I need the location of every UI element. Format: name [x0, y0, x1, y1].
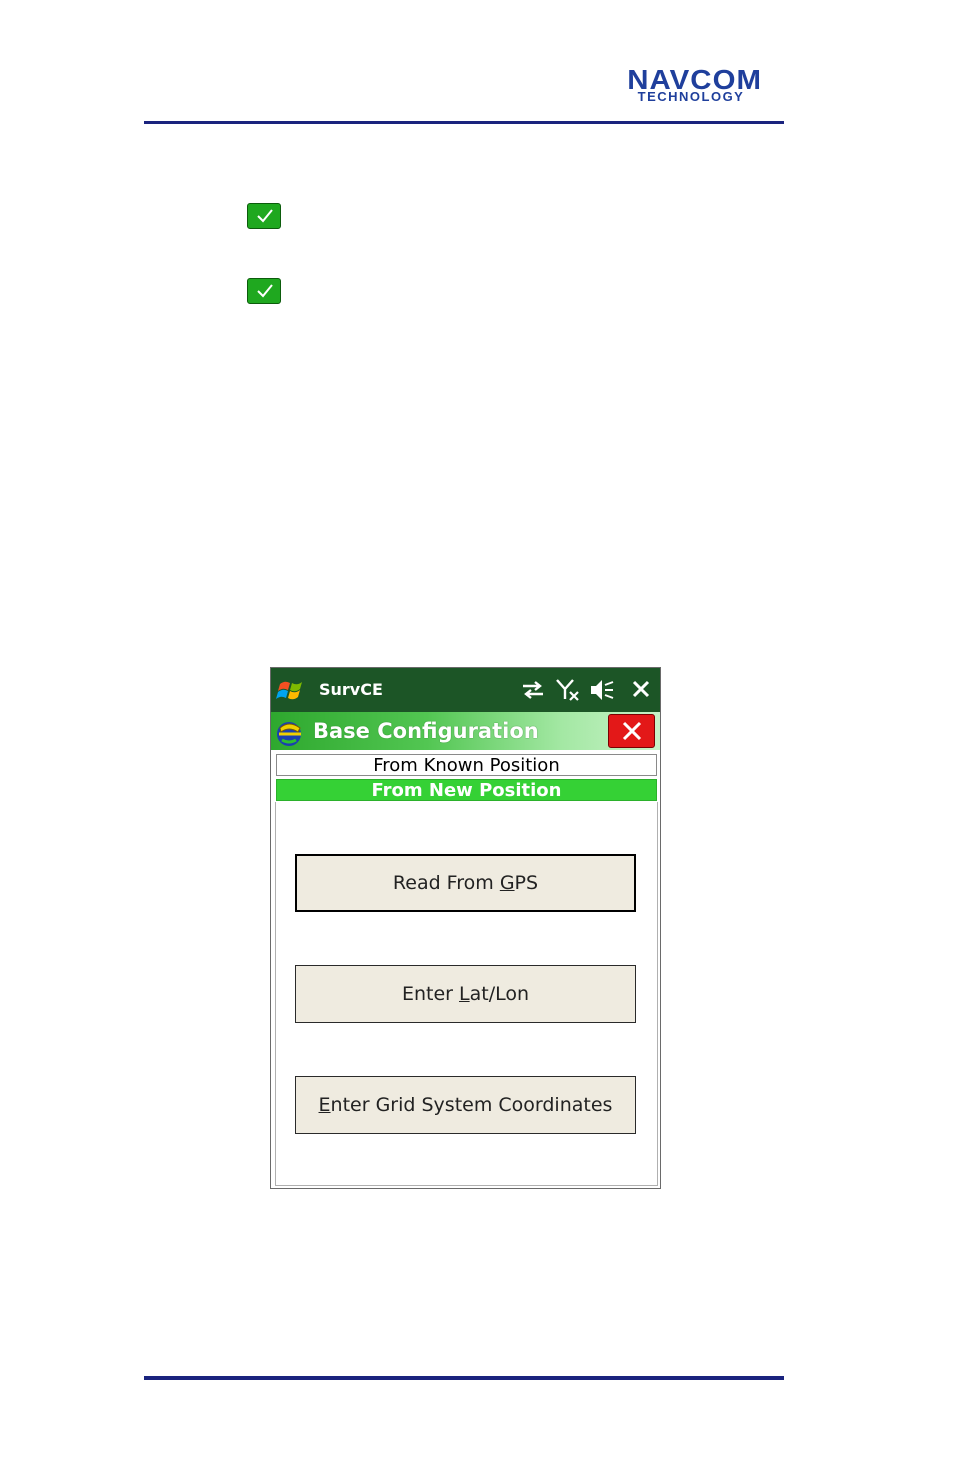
- status-bar: SurvCE: [271, 668, 660, 712]
- button-label: PS: [514, 872, 539, 894]
- header-rule: [144, 121, 784, 124]
- close-icon: [622, 721, 642, 741]
- signal-off-icon[interactable]: [555, 677, 581, 703]
- mnemonic-letter: E: [318, 1094, 331, 1116]
- button-label: nter Grid System Coordinates: [330, 1094, 613, 1116]
- button-label: Enter: [401, 983, 460, 1005]
- sync-arrows-icon[interactable]: [520, 677, 546, 703]
- button-label: at/Lon: [469, 983, 530, 1005]
- navcom-logo: NAVCOM TECHNOLOGY: [597, 66, 783, 106]
- check-icon: [247, 203, 281, 229]
- windows-start-icon[interactable]: [276, 675, 306, 705]
- enter-lat-lon-button[interactable]: Enter Lat/Lon: [295, 965, 636, 1023]
- button-label: Read From: [392, 872, 500, 894]
- survce-app-icon: [277, 722, 301, 746]
- window-close-button[interactable]: [608, 714, 655, 748]
- check-icon: [247, 278, 281, 304]
- logo-line-2: TECHNOLOGY: [637, 89, 745, 104]
- read-from-gps-button[interactable]: Read From GPS: [295, 854, 636, 912]
- footer-rule: [144, 1376, 784, 1380]
- tab-from-new-position[interactable]: From New Position: [276, 779, 657, 801]
- device-screen: SurvCE Base Configuration From Known Pos…: [270, 667, 661, 1189]
- tab-from-known-position[interactable]: From Known Position: [276, 754, 657, 776]
- enter-grid-coordinates-button[interactable]: Enter Grid System Coordinates: [295, 1076, 636, 1134]
- window-title-bar: Base Configuration: [271, 712, 660, 750]
- speaker-muted-icon[interactable]: [589, 677, 615, 703]
- mnemonic-letter: L: [459, 983, 470, 1005]
- status-bar-title: SurvCE: [319, 680, 383, 699]
- close-icon[interactable]: [629, 677, 655, 703]
- window-title: Base Configuration: [313, 719, 539, 743]
- mnemonic-letter: G: [499, 872, 515, 894]
